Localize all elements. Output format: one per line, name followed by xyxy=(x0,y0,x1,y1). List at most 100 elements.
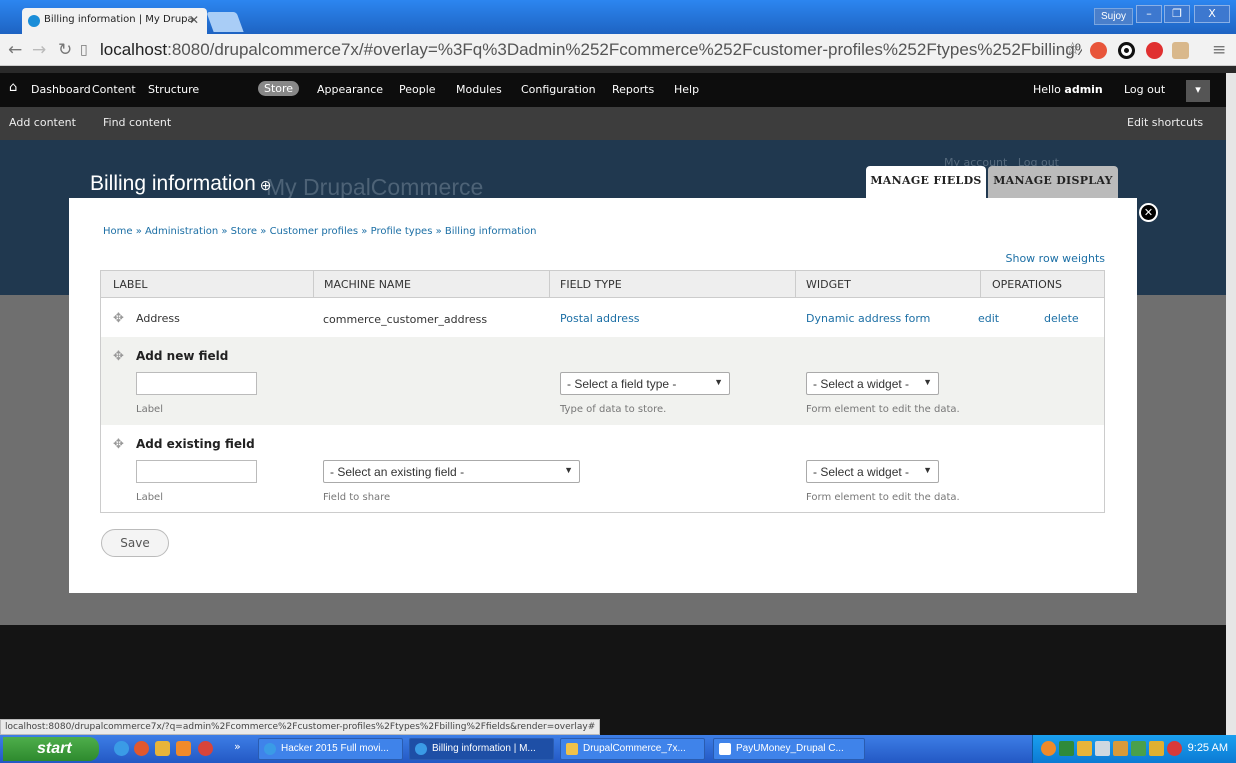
taskbar-button-billing[interactable]: Billing information | M... xyxy=(409,738,554,760)
page-icon: ▯ xyxy=(80,42,88,58)
forward-icon[interactable]: → xyxy=(32,40,46,60)
minimize-icon[interactable]: – xyxy=(1136,5,1162,23)
fields-table: Label Machine name Field type Widget Ope… xyxy=(100,270,1105,513)
star-icon[interactable]: ☆ xyxy=(1065,39,1080,59)
drag-handle-icon[interactable]: ✥ xyxy=(113,311,124,326)
existing-field-label-input[interactable] xyxy=(136,460,257,483)
toolbar-logout[interactable]: Log out xyxy=(1124,83,1165,96)
col-machine-name: Machine name xyxy=(324,278,411,291)
quicklaunch-more-icon[interactable]: » xyxy=(234,740,241,753)
chrome-icon xyxy=(264,743,276,755)
app2-quicklaunch-icon[interactable] xyxy=(198,741,213,756)
start-button[interactable]: start xyxy=(3,737,99,761)
shortcut-add-content[interactable]: Add content xyxy=(9,116,76,129)
drupal-admin-toolbar: ⌂ Dashboard Content Structure Store Appe… xyxy=(0,73,1236,107)
add-existing-field-heading: Add existing field xyxy=(136,437,255,451)
toolbar-help[interactable]: Help xyxy=(674,83,699,96)
browser-tab-title: Billing information | My Drupa xyxy=(44,14,194,25)
existing-field-select-value: - Select an existing field - xyxy=(330,465,465,479)
taskbar: start » Hacker 2015 Full movi... Billing… xyxy=(0,735,1236,763)
shortcut-find-content[interactable]: Find content xyxy=(103,116,171,129)
col-label: Label xyxy=(113,278,148,291)
col-widget: Widget xyxy=(806,278,851,291)
existing-field-widget-select[interactable]: - Select a widget - ▼ xyxy=(806,460,939,483)
tab-manage-fields[interactable]: MANAGE FIELDS xyxy=(866,166,986,198)
maximize-icon[interactable]: ❐ xyxy=(1164,5,1190,23)
toolbar-modules[interactable]: Modules xyxy=(456,83,502,96)
drag-handle-icon[interactable]: ✥ xyxy=(113,349,124,364)
shortcut-bar: Add content Find content Edit shortcuts xyxy=(0,107,1236,140)
toolbar-configuration[interactable]: Configuration xyxy=(521,83,596,96)
toolbar-reports[interactable]: Reports xyxy=(612,83,654,96)
toolbar-appearance[interactable]: Appearance xyxy=(317,83,383,96)
hello-text: Hello xyxy=(1033,83,1061,96)
home-icon[interactable]: ⌂ xyxy=(9,80,17,95)
add-shortcut-icon[interactable]: ⊕ xyxy=(260,177,272,193)
chrome-quicklaunch-icon[interactable] xyxy=(114,741,129,756)
folder-icon xyxy=(566,743,578,755)
url-host: localhost xyxy=(100,40,168,59)
toolbar-structure[interactable]: Structure xyxy=(148,83,199,96)
new-field-label-input[interactable] xyxy=(136,372,257,395)
tray-icon[interactable] xyxy=(1167,741,1182,756)
vertical-scrollbar[interactable] xyxy=(1226,73,1236,735)
edit-shortcuts-link[interactable]: Edit shortcuts xyxy=(1127,116,1203,129)
save-button[interactable]: Save xyxy=(101,529,169,557)
tab-manage-display[interactable]: MANAGE DISPLAY xyxy=(988,166,1118,198)
toolbar-people[interactable]: People xyxy=(399,83,436,96)
tray-icon[interactable] xyxy=(1149,741,1164,756)
widget-link[interactable]: Dynamic address form xyxy=(806,312,930,325)
extension-cat-icon[interactable] xyxy=(1172,42,1189,59)
new-field-widget-hint: Form element to edit the data. xyxy=(806,404,960,415)
browser-tab-active[interactable]: Billing information | My Drupa ✕ xyxy=(22,8,207,34)
toolbar-store[interactable]: Store xyxy=(258,81,300,96)
extension-red-icon[interactable] xyxy=(1090,42,1107,59)
existing-field-label-hint: Label xyxy=(136,492,163,503)
toolbar-content[interactable]: Content xyxy=(92,83,136,96)
extension-shield-icon[interactable] xyxy=(1146,42,1163,59)
tray-icon[interactable] xyxy=(1077,741,1092,756)
folder-quicklaunch-icon[interactable] xyxy=(155,741,170,756)
new-field-widget-select-value: - Select a widget - xyxy=(813,377,910,391)
delete-link[interactable]: delete xyxy=(1044,312,1079,325)
existing-field-select[interactable]: - Select an existing field - ▼ xyxy=(323,460,580,483)
tray-icon[interactable] xyxy=(1131,741,1146,756)
taskbar-button-label: DrupalCommerce_7x... xyxy=(583,743,686,754)
back-icon[interactable]: ← xyxy=(8,40,22,60)
table-header: Label Machine name Field type Widget Ope… xyxy=(101,271,1104,298)
url-path: :8080/drupalcommerce7x/#overlay=%3Fq%3Da… xyxy=(167,40,1082,59)
opera-icon[interactable] xyxy=(1118,42,1135,59)
overlay-panel: Home » Administration » Store » Customer… xyxy=(69,198,1137,593)
toolbar-drawer-toggle-icon[interactable]: ▾ xyxy=(1186,80,1210,102)
username[interactable]: admin xyxy=(1064,83,1102,96)
toolbar-dashboard[interactable]: Dashboard xyxy=(31,83,91,96)
reload-icon[interactable]: ↻ xyxy=(58,40,72,60)
status-bar-url: localhost:8080/drupalcommerce7x/?q=admin… xyxy=(0,719,601,735)
firefox-quicklaunch-icon[interactable] xyxy=(134,741,149,756)
tray-icon[interactable] xyxy=(1113,741,1128,756)
new-tab-button[interactable] xyxy=(206,12,244,32)
field-type-link[interactable]: Postal address xyxy=(560,312,640,325)
field-type-select[interactable]: - Select a field type - ▼ xyxy=(560,372,730,395)
tray-icon[interactable] xyxy=(1041,741,1056,756)
chevron-down-icon: ▼ xyxy=(923,465,932,475)
clock[interactable]: 9:25 AM xyxy=(1188,742,1228,754)
taskbar-button-word[interactable]: PayUMoney_Drupal C... xyxy=(713,738,865,760)
breadcrumb[interactable]: Home » Administration » Store » Customer… xyxy=(103,226,536,237)
taskbar-button-hacker[interactable]: Hacker 2015 Full movi... xyxy=(258,738,403,760)
tray-icon[interactable] xyxy=(1059,741,1074,756)
close-overlay-icon[interactable]: ✕ xyxy=(1139,203,1158,222)
system-tray: 9:25 AM xyxy=(1032,735,1236,763)
close-window-icon[interactable]: X xyxy=(1194,5,1230,23)
taskbar-button-folder[interactable]: DrupalCommerce_7x... xyxy=(560,738,705,760)
app-quicklaunch-icon[interactable] xyxy=(176,741,191,756)
tray-icon[interactable] xyxy=(1095,741,1110,756)
drag-handle-icon[interactable]: ✥ xyxy=(113,437,124,452)
edit-link[interactable]: edit xyxy=(978,312,999,325)
address-bar[interactable]: localhost:8080/drupalcommerce7x/#overlay… xyxy=(100,40,1082,62)
show-row-weights-link[interactable]: Show row weights xyxy=(1006,252,1106,265)
close-tab-icon[interactable]: ✕ xyxy=(189,13,199,27)
menu-icon[interactable]: ≡ xyxy=(1212,40,1226,60)
new-field-widget-select[interactable]: - Select a widget - ▼ xyxy=(806,372,939,395)
profile-badge[interactable]: Sujoy xyxy=(1093,8,1133,25)
